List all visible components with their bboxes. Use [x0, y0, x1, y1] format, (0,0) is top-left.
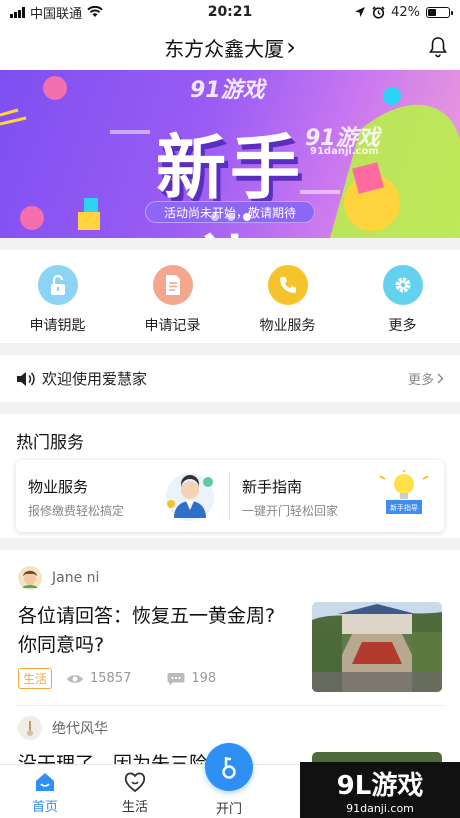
home-icon: [36, 773, 54, 791]
guide-lightbulb-illustration: 新手指导: [379, 470, 429, 514]
phone-icon: [279, 277, 296, 293]
quick-apply-key[interactable]: 申请钥匙: [0, 250, 115, 343]
building-selector[interactable]: 东方众鑫大厦 ›: [164, 33, 296, 62]
tab-home[interactable]: 首页: [0, 765, 90, 818]
document-icon: [165, 275, 180, 295]
chevron-right-icon: [437, 373, 444, 384]
comment-icon: [167, 672, 185, 685]
chevron-right-icon: ›: [286, 33, 296, 61]
watermark-url: 91danji.com: [346, 802, 414, 815]
quick-actions: 申请钥匙 申请记录 物业服务 更多: [0, 250, 460, 343]
nav-header: 东方众鑫大厦 ›: [0, 24, 460, 70]
quick-more[interactable]: 更多: [345, 250, 460, 343]
tab-life[interactable]: 生活: [90, 765, 180, 818]
promo-banner[interactable]: 91游戏 91游戏 91danji.com 新手礼 活动尚未开始，敬请期待: [0, 70, 460, 238]
unlock-icon: [50, 274, 65, 295]
gear-icon: [395, 277, 410, 293]
watermark-logo: 9L游戏 91danji.com: [300, 762, 460, 818]
key-icon: [222, 757, 236, 779]
post-author[interactable]: Jane ni: [18, 566, 99, 590]
hot-services: 热门服务 物业服务 报修缴费轻松搞定 新手指南 一键开门轻松回家 新手指导: [0, 414, 460, 538]
avatar: [18, 716, 42, 740]
view-count: 15857: [90, 671, 132, 686]
post-thumbnail[interactable]: [312, 602, 442, 692]
tab-label: 首页: [31, 800, 58, 815]
open-door-button[interactable]: [205, 743, 253, 791]
status-bar: 中国联通 20:21 42%: [0, 0, 460, 24]
notice-bar[interactable]: 欢迎使用爱慧家 更多: [0, 355, 460, 402]
quick-icon-bg: [152, 265, 193, 305]
tab-label-open: 开门: [215, 802, 242, 817]
post-title[interactable]: 各位请回答：恢复五一黄金周?你同意吗?: [18, 602, 288, 660]
service-agent-illustration: [166, 473, 214, 521]
service-card-property[interactable]: 物业服务 报修缴费轻松搞定: [16, 460, 230, 532]
post-meta: 生活 15857 198: [18, 668, 216, 689]
page-dot[interactable]: [227, 213, 235, 221]
quick-label: 更多: [388, 318, 417, 334]
service-cards: 物业服务 报修缴费轻松搞定 新手指南 一键开门轻松回家 新手指导: [16, 460, 444, 532]
eye-icon: [67, 674, 84, 683]
page-dot-active[interactable]: [243, 213, 251, 221]
mausoleum-image: [312, 602, 442, 692]
guide-badge: 新手指导: [390, 503, 418, 512]
author-name: Jane ni: [52, 570, 100, 586]
notice-more-link[interactable]: 更多: [408, 369, 444, 388]
page-dot[interactable]: [211, 213, 219, 221]
post-feed: Jane ni 各位请回答：恢复五一黄金周?你同意吗? 生活 15857 198…: [0, 550, 460, 765]
speaker-icon: [17, 371, 35, 386]
quick-property-service[interactable]: 物业服务: [230, 250, 345, 343]
banner-pagination: [211, 213, 251, 221]
watermark-brand: 9L游戏: [336, 771, 424, 801]
heart-icon: [124, 772, 146, 793]
post-tag[interactable]: 生活: [18, 668, 53, 689]
clock: 20:21: [207, 4, 253, 20]
battery-icon: [426, 6, 453, 18]
quick-label: 申请钥匙: [29, 318, 86, 334]
feed-divider: [16, 705, 444, 706]
service-card-guide[interactable]: 新手指南 一键开门轻松回家 新手指导: [230, 460, 444, 532]
quick-label: 物业服务: [259, 318, 316, 334]
author-name: 绝代风华: [52, 721, 108, 737]
comment-count: 198: [191, 671, 217, 686]
avatar: [18, 566, 42, 590]
post-author[interactable]: 绝代风华: [18, 716, 108, 740]
banner-watermark: 91游戏: [190, 78, 265, 103]
quick-icon-bg: [267, 265, 308, 305]
more-label: 更多: [407, 373, 434, 388]
quick-icon-bg: [382, 265, 423, 305]
notice-text: 欢迎使用爱慧家: [42, 370, 148, 388]
building-name: 东方众鑫大厦: [164, 36, 285, 61]
bell-icon[interactable]: [428, 36, 448, 58]
quick-apply-record[interactable]: 申请记录: [115, 250, 230, 343]
tab-label: 生活: [121, 800, 148, 815]
quick-icon-bg: [37, 265, 78, 305]
quick-label: 申请记录: [144, 318, 201, 334]
section-title: 热门服务: [16, 433, 84, 453]
